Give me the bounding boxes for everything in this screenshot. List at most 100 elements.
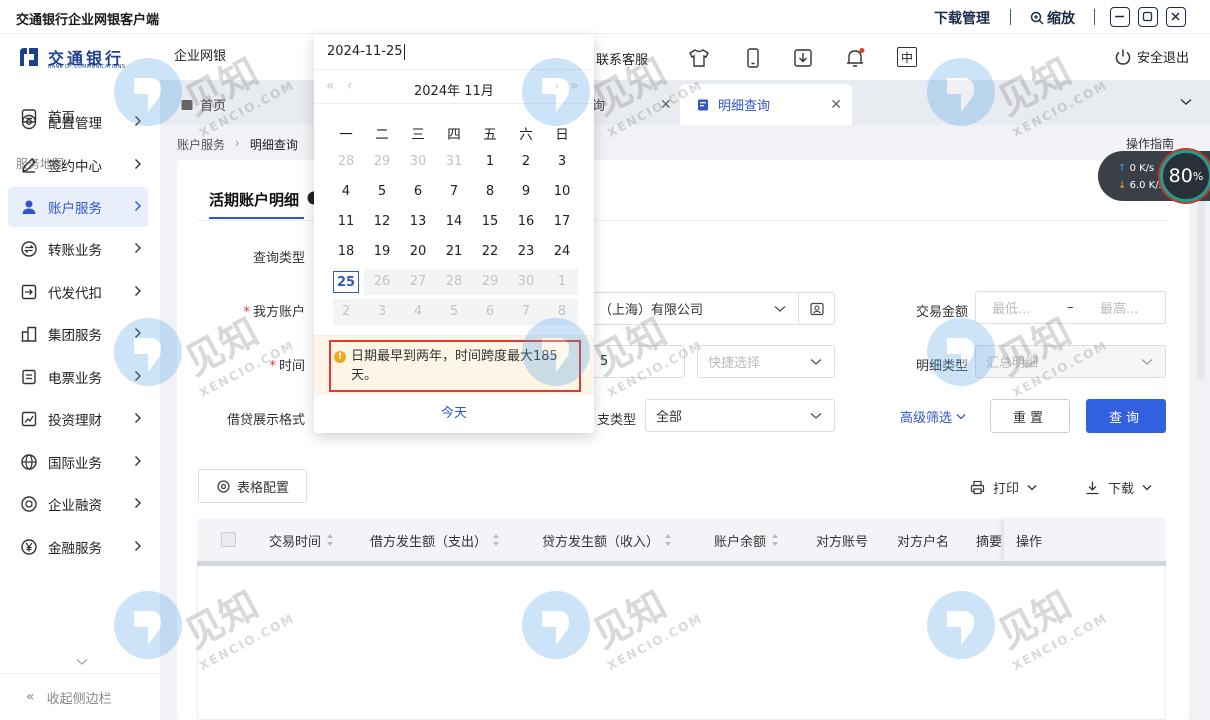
collapse-sidebar-button[interactable]: « 收起侧边栏 bbox=[0, 673, 160, 720]
zoom-button[interactable]: 缩放 bbox=[1030, 8, 1075, 28]
tab-query[interactable]: 询 ✕ bbox=[592, 84, 682, 125]
calendar-day: 7 bbox=[521, 304, 531, 319]
contact-service-link[interactable]: 联系客服 bbox=[596, 49, 648, 68]
calendar-day[interactable]: 28 bbox=[333, 151, 359, 173]
amount-min-input[interactable]: 最低... bbox=[992, 298, 1030, 317]
column-header[interactable]: 贷方发生额（收入） bbox=[542, 519, 672, 561]
calendar-day[interactable]: 13 bbox=[405, 211, 431, 233]
calendar-day[interactable]: 22 bbox=[477, 241, 503, 263]
weekday-header: 二 bbox=[375, 127, 389, 143]
minimize-button[interactable] bbox=[1110, 7, 1130, 27]
calendar-day[interactable]: 18 bbox=[333, 241, 359, 263]
mobile-icon[interactable] bbox=[742, 47, 764, 69]
amount-max-input[interactable]: 最高... bbox=[1100, 298, 1138, 317]
account-picker-icon[interactable] bbox=[810, 302, 824, 316]
table-config-button[interactable]: 表格配置 bbox=[198, 469, 307, 503]
tab-detail-query[interactable]: 明细查询 ✕ bbox=[680, 84, 852, 125]
close-tab-icon[interactable]: ✕ bbox=[830, 97, 842, 113]
account-value: （上海）有限公司 bbox=[599, 303, 704, 318]
reset-button[interactable]: 重置 bbox=[990, 399, 1070, 433]
logout-button[interactable]: 安全退出 bbox=[1114, 47, 1189, 66]
calendar-day[interactable]: 5 bbox=[369, 181, 395, 203]
calendar-day[interactable]: 4 bbox=[333, 181, 359, 203]
selected-date[interactable]: 25 bbox=[333, 271, 359, 293]
breadcrumb-parent[interactable]: 账户服务 bbox=[177, 136, 225, 153]
date-input[interactable]: 2024-11-25 bbox=[314, 34, 594, 70]
quick-select-dropdown[interactable]: 快捷选择 bbox=[697, 345, 835, 378]
download-icon[interactable] bbox=[792, 47, 814, 69]
calendar-day[interactable]: 24 bbox=[549, 241, 575, 263]
sidebar-item-9[interactable]: 国际业务 bbox=[8, 442, 148, 482]
guide-link[interactable]: 操作指南 bbox=[1126, 135, 1174, 152]
advanced-filter-toggle[interactable]: 高级筛选 bbox=[900, 407, 966, 426]
warning-icon: ! bbox=[334, 351, 346, 363]
column-header[interactable]: 交易时间 bbox=[269, 519, 334, 561]
calendar-day[interactable]: 21 bbox=[441, 241, 467, 263]
today-button[interactable]: 今天 bbox=[314, 402, 594, 421]
chevron-down-icon[interactable] bbox=[76, 658, 88, 666]
calendar-day[interactable]: 10 bbox=[549, 181, 575, 203]
calendar-day[interactable]: 3 bbox=[549, 151, 575, 173]
calendar-day[interactable]: 20 bbox=[405, 241, 431, 263]
tab-menu-chevron-icon[interactable] bbox=[1180, 98, 1192, 106]
inout-type-select[interactable]: 全部 bbox=[645, 399, 835, 432]
sidebar-item-label: 电票业务 bbox=[48, 371, 102, 387]
column-header[interactable]: 借方发生额（支出） bbox=[370, 519, 500, 561]
sort-icon[interactable] bbox=[493, 534, 500, 546]
page-scrollbar[interactable] bbox=[1197, 200, 1205, 380]
sidebar-item-3[interactable]: 账户服务 bbox=[8, 187, 148, 227]
download-button[interactable]: 下载 bbox=[1085, 478, 1152, 497]
bell-icon[interactable] bbox=[844, 47, 866, 69]
sidebar-item-7[interactable]: 电票业务 bbox=[8, 357, 148, 397]
calendar-day[interactable]: 2 bbox=[513, 151, 539, 173]
close-tab-icon[interactable]: ✕ bbox=[660, 97, 672, 113]
calendar-day[interactable]: 11 bbox=[333, 211, 359, 233]
prev-year-icon[interactable]: « bbox=[326, 78, 335, 94]
sidebar-item-6[interactable]: 集团服务 bbox=[8, 314, 148, 354]
calendar-day[interactable]: 7 bbox=[441, 181, 467, 203]
memory-usage-badge[interactable]: 80% bbox=[1160, 150, 1210, 202]
calendar-day[interactable]: 15 bbox=[477, 211, 503, 233]
calendar-day[interactable]: 12 bbox=[369, 211, 395, 233]
sort-icon[interactable] bbox=[327, 534, 334, 546]
calendar-day[interactable]: 9 bbox=[513, 181, 539, 203]
sort-icon[interactable] bbox=[665, 534, 672, 546]
detail-type-value: 汇总明细 bbox=[986, 356, 1039, 371]
sidebar-item-8[interactable]: 投资理财 bbox=[8, 399, 148, 439]
print-button[interactable]: 打印 bbox=[970, 478, 1037, 497]
next-year-icon[interactable]: » bbox=[570, 78, 579, 94]
prev-month-icon[interactable]: ‹ bbox=[347, 78, 353, 94]
close-window-button[interactable] bbox=[1166, 7, 1186, 27]
column-header[interactable]: 账户余额 bbox=[714, 519, 779, 561]
calendar-day[interactable]: 29 bbox=[369, 151, 395, 173]
account-select[interactable]: （上海）有限公司 bbox=[590, 292, 835, 325]
calendar-day[interactable]: 17 bbox=[549, 211, 575, 233]
query-button[interactable]: 查询 bbox=[1086, 399, 1166, 433]
next-month-icon[interactable]: › bbox=[554, 78, 560, 94]
sidebar-item-2[interactable]: 签约中心 bbox=[8, 145, 148, 185]
calendar-day[interactable]: 14 bbox=[441, 211, 467, 233]
sort-icon[interactable] bbox=[772, 534, 779, 546]
shirt-icon[interactable] bbox=[688, 47, 710, 69]
download-manager-button[interactable]: 下载管理 bbox=[934, 8, 990, 28]
sidebar-item-11[interactable]: 金融服务 bbox=[8, 527, 148, 567]
upload-speed-value: 0 K/s bbox=[1129, 163, 1155, 174]
calendar-day[interactable]: 23 bbox=[513, 241, 539, 263]
calendar-day[interactable]: 31 bbox=[441, 151, 467, 173]
calendar-day[interactable]: 6 bbox=[405, 181, 431, 203]
calendar-day[interactable]: 19 bbox=[369, 241, 395, 263]
end-date-input[interactable]: 5 bbox=[590, 345, 685, 378]
calendar-day[interactable]: 16 bbox=[513, 211, 539, 233]
warning-text: 日期最早到两年，时间跨度最大185天。 bbox=[351, 349, 558, 383]
maximize-button[interactable] bbox=[1138, 7, 1158, 27]
select-all-checkbox[interactable] bbox=[221, 532, 236, 547]
sidebar-item-5[interactable]: 代发代扣 bbox=[8, 272, 148, 312]
sidebar-item-4[interactable]: 转账业务 bbox=[8, 229, 148, 269]
calendar-day[interactable]: 30 bbox=[405, 151, 431, 173]
sidebar-item-10[interactable]: 企业融资 bbox=[8, 484, 148, 524]
calendar-day[interactable]: 1 bbox=[477, 151, 503, 173]
language-switch-button[interactable]: 中 bbox=[897, 47, 917, 67]
sidebar-item-1[interactable]: 配置管理 bbox=[8, 102, 148, 142]
date-range-warning: ! 日期最早到两年，时间跨度最大185天。 bbox=[314, 335, 594, 395]
calendar-day[interactable]: 8 bbox=[477, 181, 503, 203]
